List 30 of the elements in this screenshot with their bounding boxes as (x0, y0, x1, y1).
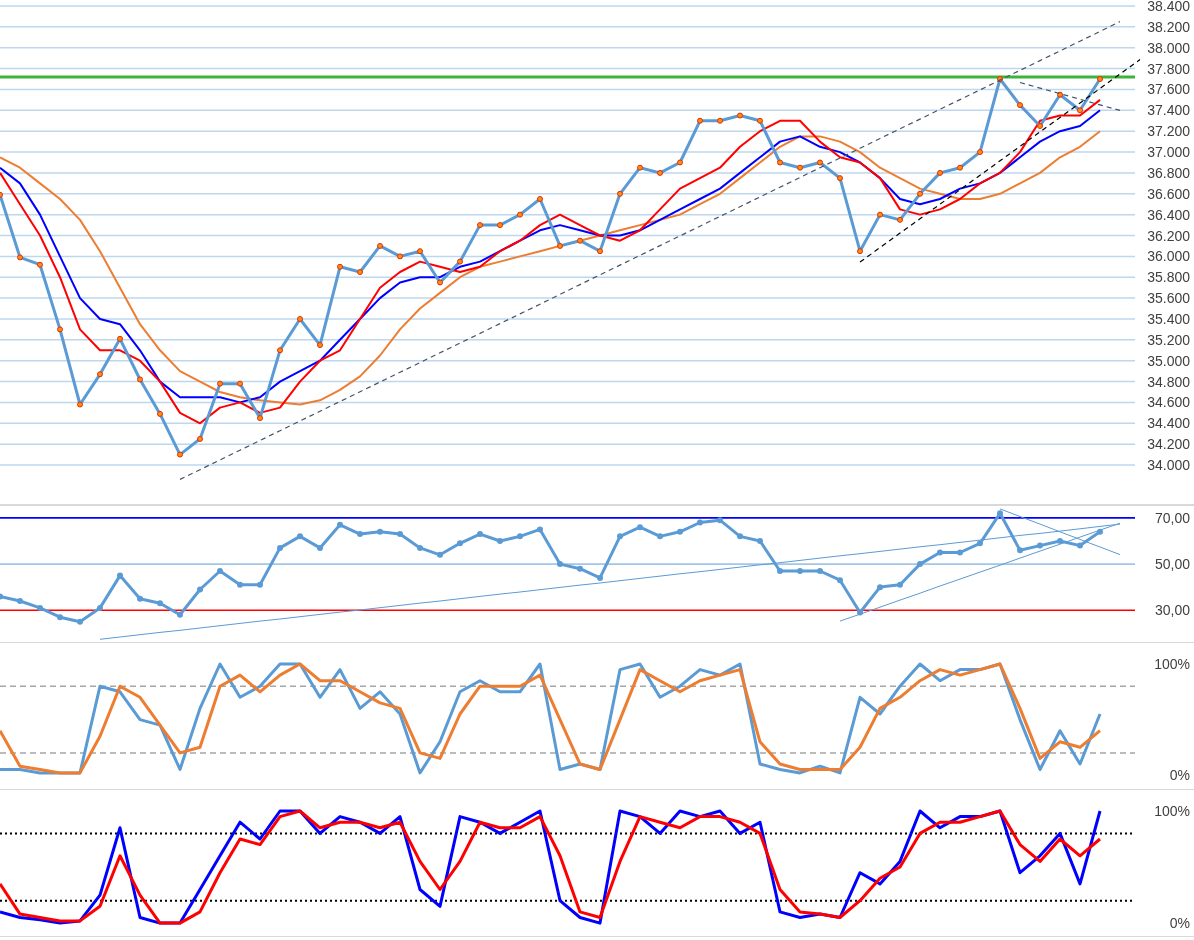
axis-label: 37.200 (1147, 123, 1190, 140)
axis-label: 34.000 (1147, 457, 1190, 474)
axis-label: 37.600 (1147, 81, 1190, 98)
axis-label: 36.400 (1147, 206, 1190, 223)
axis-label: 36.600 (1147, 185, 1190, 202)
axis-label: 38.400 (1147, 0, 1190, 14)
axis-label: 34.400 (1147, 415, 1190, 432)
axis-label: 38.000 (1147, 39, 1190, 56)
axis-label: 36.000 (1147, 248, 1190, 265)
axis-label: 50,00 (1154, 556, 1190, 573)
axis-label: 70,00 (1154, 509, 1190, 526)
axis-label: 30,00 (1154, 602, 1190, 619)
axis-label: 35.800 (1147, 269, 1190, 286)
axis-label: 36.800 (1147, 164, 1190, 181)
axis-label: 36.200 (1147, 227, 1190, 244)
axis-label: 38.200 (1147, 18, 1190, 35)
axis-label: 37.000 (1147, 144, 1190, 161)
axis-label: 34.800 (1147, 373, 1190, 390)
axis-label: 100% (1154, 656, 1190, 672)
axis-label: 37.400 (1147, 102, 1190, 119)
axis-label: 34.600 (1147, 394, 1190, 411)
axis-label: 0% (1169, 767, 1190, 784)
axis-label: 34.200 (1147, 436, 1190, 453)
axis-label: 35.000 (1147, 352, 1190, 369)
axis-label: 35.600 (1147, 290, 1190, 307)
axis-label: 37.800 (1147, 60, 1190, 77)
axis-label: 35.200 (1147, 331, 1190, 348)
axis-label: 0% (1169, 915, 1190, 932)
axis-label: 100% (1154, 803, 1190, 819)
axis-label: 35.400 (1147, 310, 1190, 327)
